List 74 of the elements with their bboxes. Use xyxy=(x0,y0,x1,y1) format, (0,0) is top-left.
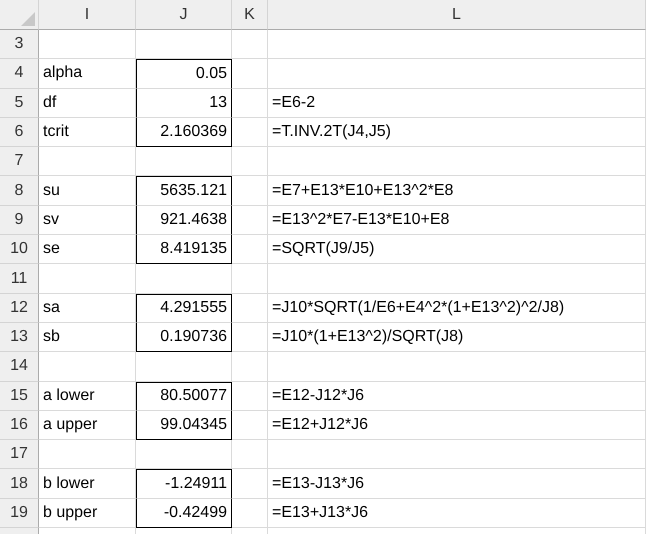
table-cell xyxy=(232,88,268,118)
row-header[interactable]: 10 xyxy=(0,235,39,264)
table-cell: a upper xyxy=(39,410,136,440)
table-cell: tcrit xyxy=(39,118,136,148)
select-all-icon[interactable] xyxy=(21,12,35,26)
table-cell: -1.24911 xyxy=(136,469,232,499)
table-cell: =E12+J12*J6 xyxy=(268,410,646,440)
table-cell xyxy=(232,294,268,323)
row-header[interactable]: 4 xyxy=(0,59,39,89)
table-cell xyxy=(232,322,268,352)
table-cell: sa xyxy=(39,294,136,323)
table-cell: =E13^2*E7-E13*E10+E8 xyxy=(268,206,646,236)
row-header[interactable]: 13 xyxy=(0,322,39,352)
table-cell: =E13-J13*J6 xyxy=(268,469,646,499)
table-cell: 921.4638 xyxy=(136,206,232,236)
table-cell xyxy=(232,176,268,206)
table-cell xyxy=(232,382,268,411)
table-cell xyxy=(232,264,268,294)
table-cell xyxy=(232,410,268,440)
row-header[interactable]: 18 xyxy=(0,469,39,499)
column-header[interactable]: L xyxy=(268,0,646,30)
row-header[interactable]: 12 xyxy=(0,294,39,323)
row-header[interactable]: 5 xyxy=(0,88,39,118)
table-cell: se xyxy=(39,235,136,264)
row-header[interactable]: 9 xyxy=(0,206,39,236)
row-header[interactable]: 7 xyxy=(0,147,39,176)
column-header[interactable]: K xyxy=(232,0,268,30)
table-cell: b lower xyxy=(39,469,136,499)
table-cell: b upper xyxy=(39,498,136,528)
column-header[interactable]: I xyxy=(39,0,136,30)
table-cell: su xyxy=(39,176,136,206)
table-cell: =E6-2 xyxy=(268,88,646,118)
table-cell xyxy=(232,498,268,528)
table-cell xyxy=(232,206,268,236)
table-cell xyxy=(232,235,268,264)
table-cell: 2.160369 xyxy=(136,118,232,148)
table-cell xyxy=(232,30,268,60)
row-header[interactable]: 6 xyxy=(0,118,39,148)
table-cell xyxy=(232,147,268,176)
table-cell: alpha xyxy=(39,59,136,89)
table-cell: sv xyxy=(39,206,136,236)
table-cell: 4.291555 xyxy=(136,294,232,323)
table-cell: 13 xyxy=(136,88,232,118)
table-cell: 0.05 xyxy=(136,59,232,89)
table-cell: =J10*SQRT(1/E6+E4^2*(1+E13^2)^2/J8) xyxy=(268,294,646,323)
row-header[interactable]: 14 xyxy=(0,352,39,382)
table-cell: sb xyxy=(39,322,136,352)
row-header[interactable]: 11 xyxy=(0,264,39,294)
table-cell: =J10*(1+E13^2)/SQRT(J8) xyxy=(268,322,646,352)
table-cell: 0.190736 xyxy=(136,322,232,352)
table-cell: df xyxy=(39,88,136,118)
table-cell: =T.INV.2T(J4,J5) xyxy=(268,118,646,148)
table-cell xyxy=(232,59,268,89)
row-header[interactable]: 15 xyxy=(0,382,39,411)
row-header[interactable]: 3 xyxy=(0,30,39,60)
table-cell: 99.04345 xyxy=(136,410,232,440)
row-header[interactable]: 19 xyxy=(0,498,39,528)
row-header[interactable]: 17 xyxy=(0,440,39,470)
table-cell: 5635.121 xyxy=(136,176,232,206)
table-cell: =E12-J12*J6 xyxy=(268,382,646,411)
table-cell xyxy=(232,118,268,148)
table-cell: =E7+E13*E10+E13^2*E8 xyxy=(268,176,646,206)
table-cell: 8.419135 xyxy=(136,235,232,264)
table-cell: 80.50077 xyxy=(136,382,232,411)
table-cell: =E13+J13*J6 xyxy=(268,498,646,528)
column-header[interactable]: J xyxy=(136,0,232,30)
table-cell: -0.42499 xyxy=(136,498,232,528)
table-cell xyxy=(232,352,268,382)
table-cell: =SQRT(J9/J5) xyxy=(268,235,646,264)
table-cell: a lower xyxy=(39,382,136,411)
row-header[interactable]: 16 xyxy=(0,410,39,440)
row-header[interactable]: 8 xyxy=(0,176,39,206)
table-cell xyxy=(232,469,268,499)
table-cell xyxy=(232,440,268,470)
